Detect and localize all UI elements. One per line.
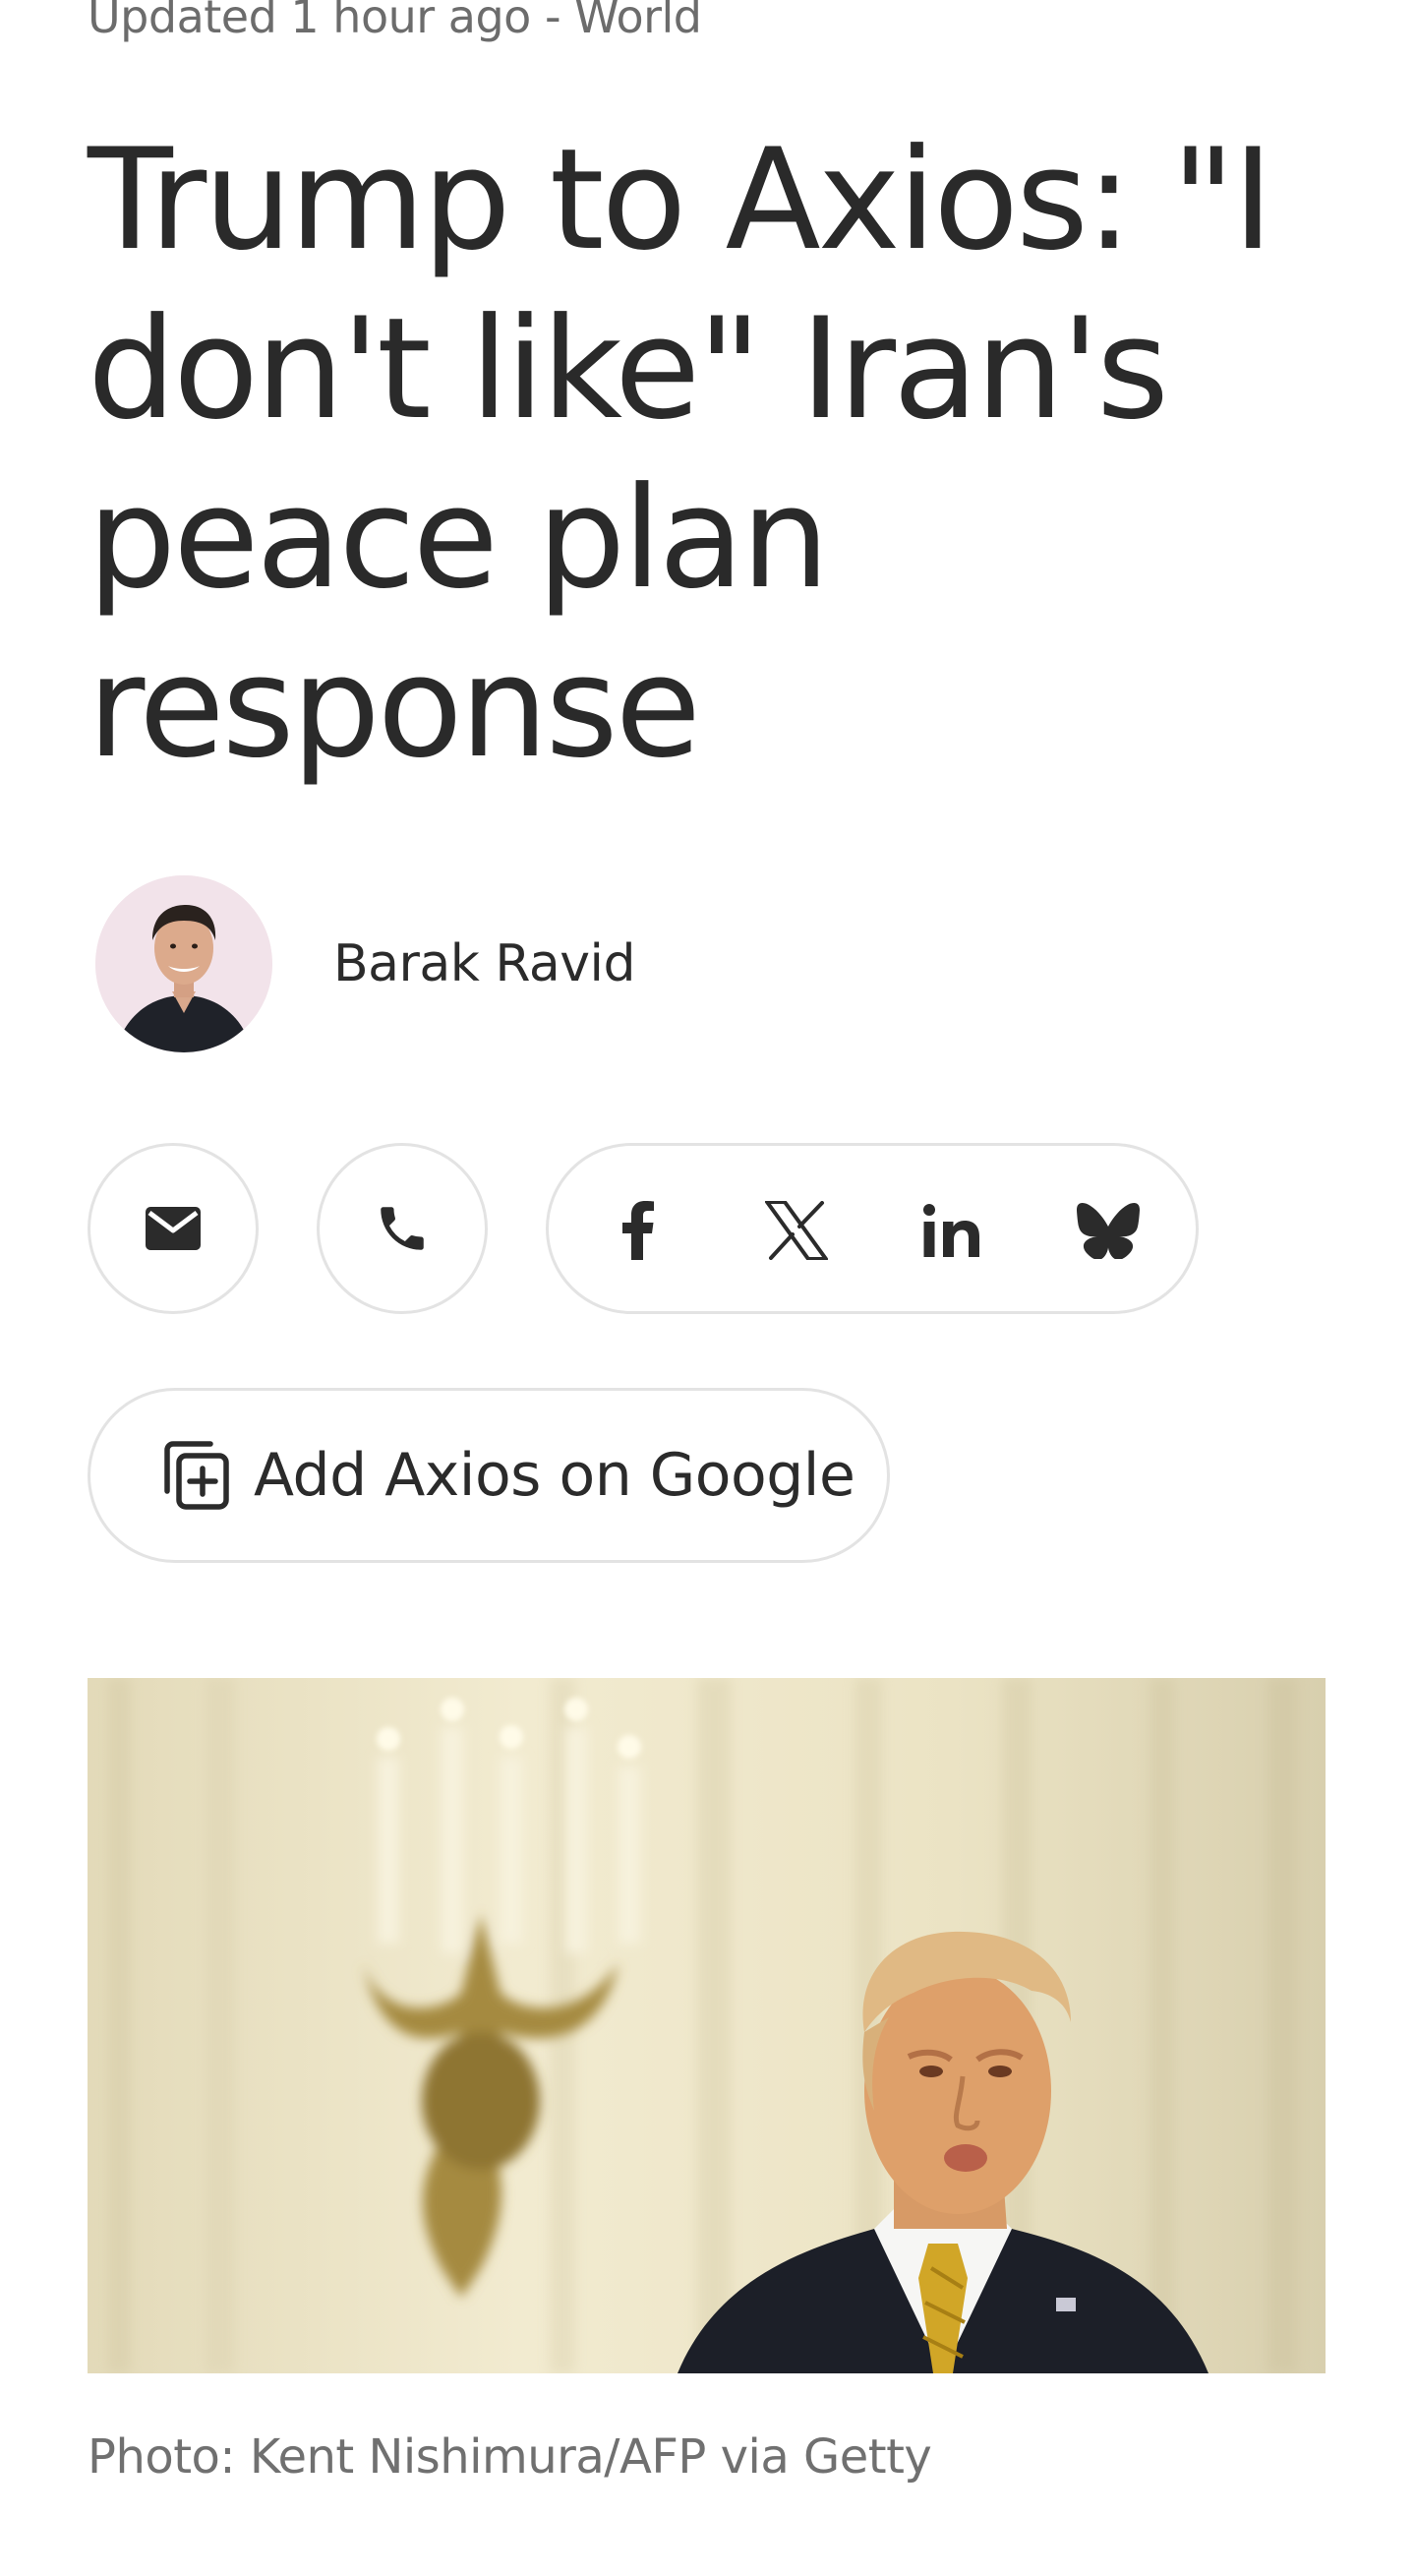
mail-icon	[146, 1207, 201, 1250]
author-name[interactable]: Barak Ravid	[333, 934, 636, 993]
article-headline: Trump to Axios: "I don't like" Iran's pe…	[88, 119, 1273, 789]
article-photo	[88, 1678, 1326, 2373]
photo-caption: Photo: Kent Nishimura/AFP via Getty	[88, 2429, 932, 2485]
bluesky-share-button[interactable]	[1075, 1197, 1142, 1264]
author-photo-icon	[95, 875, 272, 1052]
article-meta: Updated 1 hour ago - World	[88, 0, 702, 43]
facebook-share-button[interactable]	[605, 1197, 672, 1264]
x-share-button[interactable]	[763, 1197, 830, 1264]
linkedin-icon	[923, 1204, 979, 1257]
x-icon	[765, 1201, 828, 1260]
add-axios-on-google-button[interactable]: Add Axios on Google	[88, 1388, 890, 1563]
email-button[interactable]	[88, 1143, 259, 1314]
phone-icon	[381, 1207, 424, 1250]
bluesky-icon	[1077, 1203, 1140, 1259]
add-to-library-icon	[159, 1439, 232, 1512]
author-avatar[interactable]	[95, 875, 272, 1052]
phone-button[interactable]	[317, 1143, 488, 1314]
share-bar	[546, 1143, 1199, 1314]
linkedin-share-button[interactable]	[918, 1197, 985, 1264]
article-photo-image	[88, 1678, 1326, 2373]
byline[interactable]: Barak Ravid	[95, 875, 636, 1052]
add-axios-on-google-label: Add Axios on Google	[254, 1441, 855, 1510]
facebook-icon	[622, 1201, 654, 1260]
